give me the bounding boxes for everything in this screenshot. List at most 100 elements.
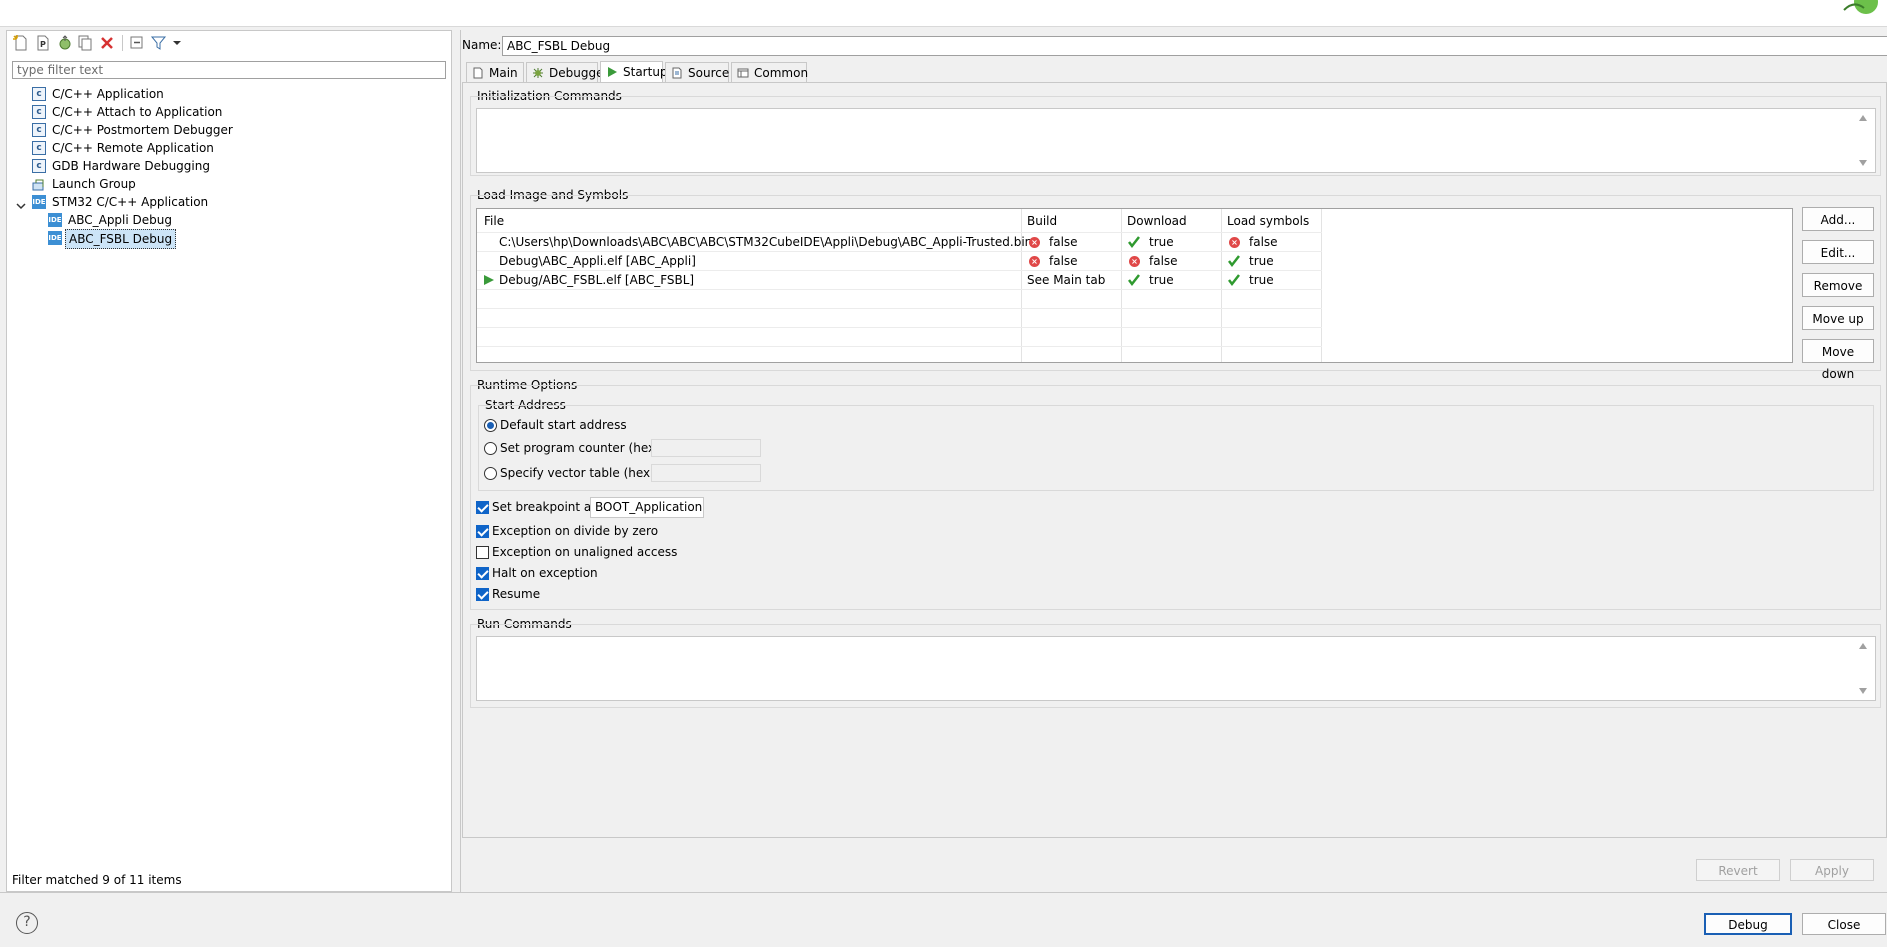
footer-divider xyxy=(0,892,1887,893)
tree-item-label: ABC_Appli Debug xyxy=(68,213,172,227)
main-image-play-icon xyxy=(483,274,495,289)
tab-startup[interactable]: Startup xyxy=(600,61,668,83)
revert-button[interactable]: Revert xyxy=(1696,859,1780,881)
row-divider xyxy=(477,289,1322,290)
divide-by-zero-label: Exception on divide by zero xyxy=(492,524,659,538)
edit-button[interactable]: Edit... xyxy=(1802,240,1874,264)
new-config-icon[interactable] xyxy=(12,34,30,52)
halt-on-exception-checkbox[interactable] xyxy=(476,567,489,580)
filter-status: Filter matched 9 of 11 items xyxy=(12,873,182,887)
init-commands-textarea[interactable] xyxy=(476,108,1876,173)
row-divider xyxy=(477,251,1322,252)
set-program-counter-label: Set program counter (hex): xyxy=(500,441,664,455)
scroll-down-icon[interactable] xyxy=(1859,688,1867,694)
tab-label: Main xyxy=(489,66,518,80)
export-config-icon[interactable] xyxy=(56,34,74,52)
app-logo-icon xyxy=(1843,0,1878,14)
c-app-icon: c xyxy=(32,159,46,173)
scroll-up-icon[interactable] xyxy=(1859,115,1867,121)
column-header-build[interactable]: Build xyxy=(1027,214,1057,228)
c-app-icon: c xyxy=(32,141,46,155)
check-icon xyxy=(1227,273,1241,287)
check-icon xyxy=(1127,235,1141,249)
download-cell: true xyxy=(1149,273,1174,287)
symbols-cell: false xyxy=(1249,235,1278,249)
window-title-bar xyxy=(0,0,1887,27)
column-header-load-symbols[interactable]: Load symbols xyxy=(1227,214,1309,228)
filter-input[interactable] xyxy=(12,61,446,79)
close-button[interactable]: Close xyxy=(1802,913,1886,935)
row-divider xyxy=(477,327,1322,328)
tree-item-label: ABC_FSBL Debug xyxy=(65,229,177,249)
unaligned-access-checkbox[interactable] xyxy=(476,546,489,559)
check-icon xyxy=(1127,273,1141,287)
tree-item-label: C/C++ Remote Application xyxy=(52,141,214,155)
resume-checkbox[interactable] xyxy=(476,588,489,601)
c-app-icon: c xyxy=(32,123,46,137)
row-divider xyxy=(477,232,1322,233)
main-tab-icon xyxy=(473,67,483,79)
load-image-table: File Build Download Load symbols C:\User… xyxy=(476,208,1793,363)
vector-table-label: Specify vector table (hex): xyxy=(500,466,659,480)
row-divider xyxy=(477,308,1322,309)
column-header-file[interactable]: File xyxy=(484,214,504,228)
tab-label: Startup xyxy=(623,65,668,79)
column-header-download[interactable]: Download xyxy=(1127,214,1187,228)
scroll-down-icon[interactable] xyxy=(1859,160,1867,166)
set-program-counter-radio[interactable] xyxy=(484,442,497,455)
common-icon xyxy=(737,68,749,78)
collapse-all-icon[interactable] xyxy=(128,34,146,52)
vector-table-input[interactable] xyxy=(651,464,761,482)
scroll-up-icon[interactable] xyxy=(1859,643,1867,649)
add-button[interactable]: Add... xyxy=(1802,207,1874,231)
apply-button[interactable]: Apply xyxy=(1790,859,1874,881)
c-app-icon: c xyxy=(32,87,46,101)
tab-main[interactable]: Main xyxy=(466,62,524,82)
default-start-address-radio[interactable] xyxy=(484,419,497,432)
move-down-button[interactable]: Move down xyxy=(1802,339,1874,381)
program-counter-input[interactable] xyxy=(651,439,761,457)
remove-button[interactable]: Remove xyxy=(1802,273,1874,297)
tree-item-label: C/C++ Attach to Application xyxy=(52,105,223,119)
set-breakpoint-checkbox[interactable] xyxy=(476,501,489,514)
filter-icon[interactable] xyxy=(150,34,168,52)
ide-icon: IDE xyxy=(32,195,46,209)
tree-item-label: C/C++ Application xyxy=(52,87,164,101)
new-prototype-icon[interactable]: P xyxy=(34,34,52,52)
debugger-icon xyxy=(533,68,543,78)
tab-label: Common xyxy=(754,66,809,80)
breakpoint-input[interactable]: BOOT_Application xyxy=(590,497,704,518)
toolbar-separator xyxy=(122,35,123,51)
file-cell: C:\Users\hp\Downloads\ABC\ABC\ABC\STM32C… xyxy=(499,235,1033,249)
error-icon: × xyxy=(1129,256,1140,267)
ide-icon: IDE xyxy=(48,213,62,227)
move-up-button[interactable]: Move up xyxy=(1802,306,1874,330)
chevron-down-icon[interactable] xyxy=(168,34,186,52)
delete-config-icon[interactable] xyxy=(98,34,116,52)
vector-table-radio[interactable] xyxy=(484,467,497,480)
tree-item-label: STM32 C/C++ Application xyxy=(52,195,209,209)
check-icon xyxy=(1227,254,1241,268)
symbols-cell: true xyxy=(1249,273,1274,287)
duplicate-config-icon[interactable] xyxy=(76,34,94,52)
error-icon: × xyxy=(1029,256,1040,267)
svg-text:P: P xyxy=(40,40,46,49)
divide-by-zero-checkbox[interactable] xyxy=(476,525,489,538)
tree-item-label: Launch Group xyxy=(52,177,136,191)
tab-common[interactable]: Common xyxy=(731,62,809,82)
c-app-icon: c xyxy=(32,105,46,119)
file-cell: Debug/ABC_FSBL.elf [ABC_FSBL] xyxy=(499,273,695,287)
chevron-down-icon[interactable] xyxy=(16,198,26,216)
row-divider xyxy=(477,270,1322,271)
help-icon[interactable]: ? xyxy=(16,912,38,934)
unaligned-access-label: Exception on unaligned access xyxy=(492,545,678,559)
error-icon: × xyxy=(1229,237,1240,248)
download-cell: false xyxy=(1149,254,1178,268)
name-label: Name: xyxy=(462,38,502,52)
tab-source[interactable]: Source xyxy=(665,62,729,82)
name-input[interactable]: ABC_FSBL Debug xyxy=(502,36,1887,56)
symbols-cell: true xyxy=(1249,254,1274,268)
debug-button[interactable]: Debug xyxy=(1704,913,1792,935)
run-commands-textarea[interactable] xyxy=(476,636,1876,701)
tab-debugger[interactable]: Debugger xyxy=(526,62,608,82)
